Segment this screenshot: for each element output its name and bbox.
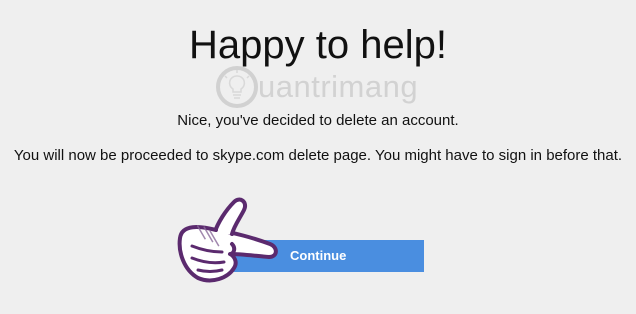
pointing-hand-icon (177, 197, 278, 283)
watermark: uantrimang (214, 64, 434, 110)
lightbulb-icon (216, 66, 258, 108)
page-title: Happy to help! (189, 23, 447, 67)
redirect-message: You will now be proceeded to skype.com d… (13, 147, 623, 164)
delete-account-page: Happy to help! uantrimang Nice, you've d… (0, 0, 636, 314)
page-subtitle: Nice, you've decided to delete an accoun… (177, 112, 459, 129)
watermark-text: uantrimang (258, 69, 419, 104)
